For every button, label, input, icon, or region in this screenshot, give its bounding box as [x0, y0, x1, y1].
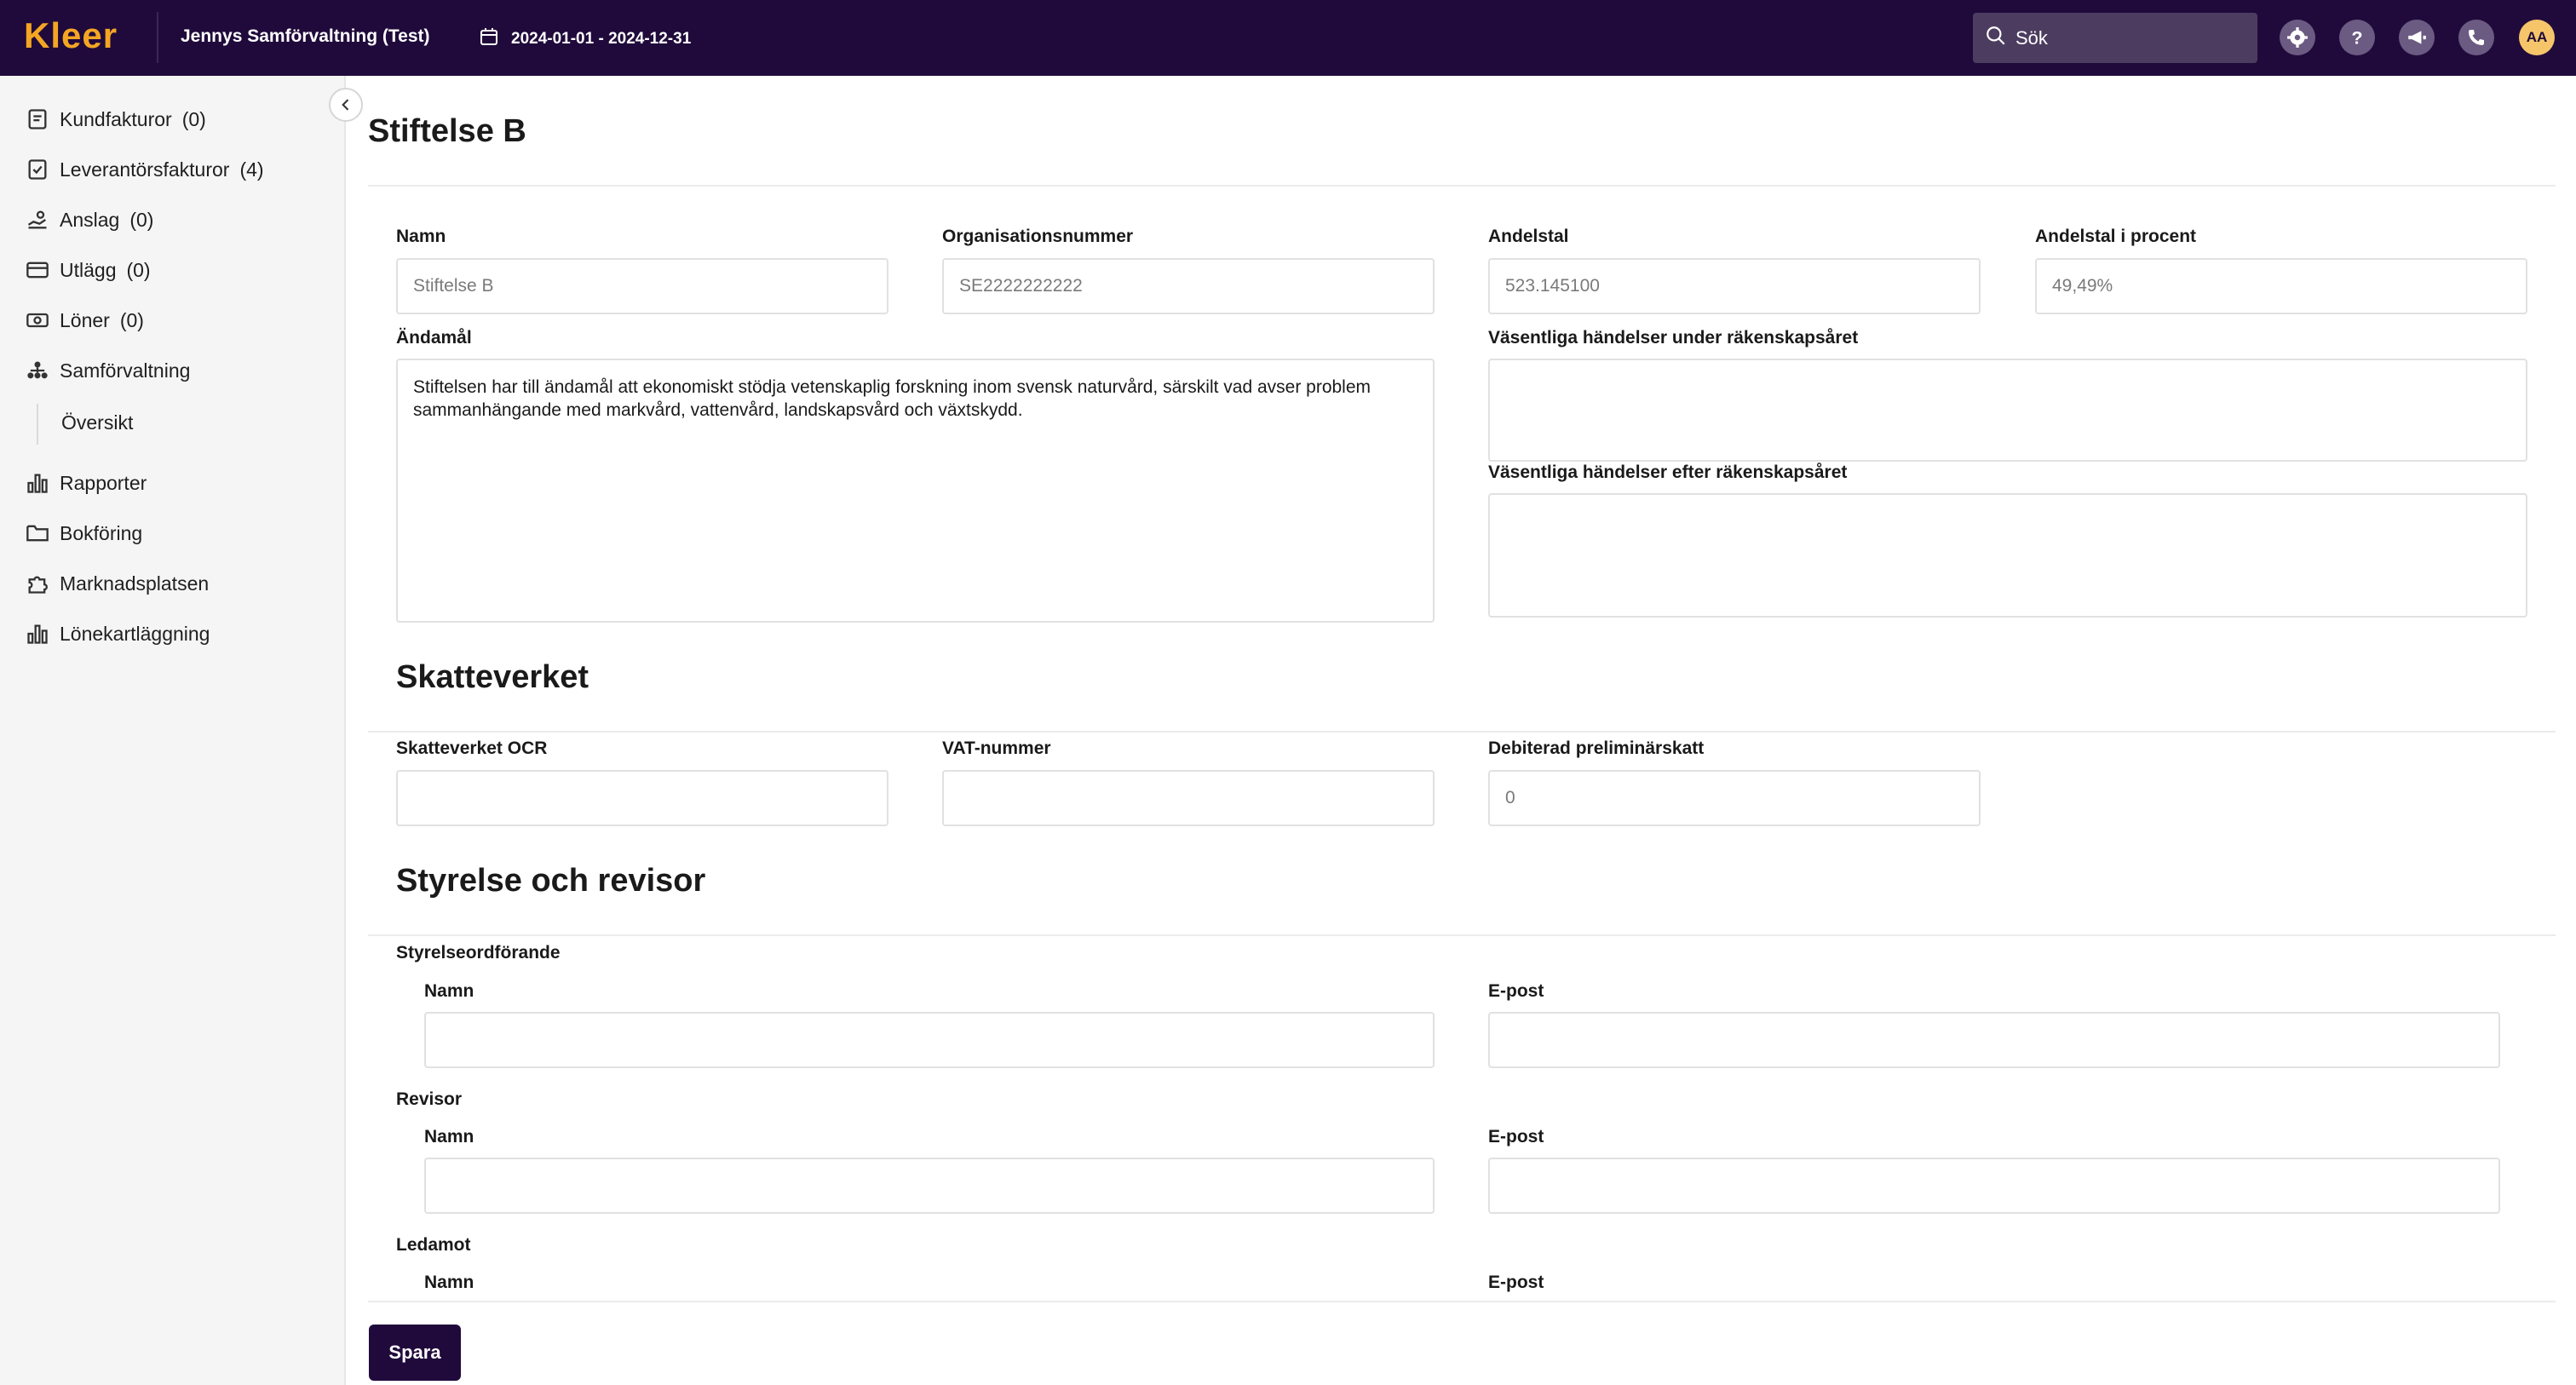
sidebar-item-leverantorsfakturor[interactable]: Leverantörsfakturor (4) [26, 152, 264, 187]
divider [368, 185, 2556, 187]
namn-field[interactable]: Stiftelse B [396, 258, 888, 314]
ocr-label: Skatteverket OCR [396, 738, 548, 758]
ledamot-namn-label: Namn [424, 1273, 474, 1292]
card-icon [26, 261, 49, 279]
andelstal-procent-label: Andelstal i procent [2035, 227, 2197, 246]
ordforande-epost-field[interactable] [1488, 1012, 2500, 1068]
bar-chart-icon [27, 624, 48, 644]
sidebar-item-label: Samförvaltning [60, 359, 191, 382]
sidebar-item-count: (0) [126, 258, 151, 281]
sidebar-item-label: Anslag [60, 208, 120, 231]
sidebar-item-label: Lönekartläggning [60, 622, 210, 645]
sidebar-item-count: (0) [129, 208, 154, 231]
sidebar-item-count: (4) [239, 158, 264, 181]
svg-text:?: ? [2351, 27, 2362, 49]
revisor-epost-label: E-post [1488, 1127, 1544, 1147]
user-avatar[interactable]: AA [2519, 20, 2555, 55]
supplier-invoice-icon [28, 159, 47, 180]
styrelse-title: Styrelse och revisor [396, 863, 706, 899]
prelskatt-label: Debiterad preliminärskatt [1488, 738, 1705, 758]
skatteverket-title: Skatteverket [396, 659, 589, 695]
andelstal-label: Andelstal [1488, 227, 1569, 246]
company-name[interactable]: Jennys Samförvaltning (Test) [181, 26, 430, 47]
main-content: Stiftelse B Namn Stiftelse B Organisatio… [348, 76, 2576, 1385]
revisor-namn-label: Namn [424, 1127, 474, 1147]
divider [368, 731, 2556, 733]
orgnr-label: Organisationsnummer [942, 227, 1134, 246]
vat-field[interactable] [942, 770, 1435, 826]
money-icon [26, 313, 49, 328]
sidebar-item-anslag[interactable]: Anslag (0) [26, 203, 153, 237]
sidebar-item-label: Översikt [61, 411, 134, 434]
ledamot-heading: Ledamot [396, 1235, 471, 1255]
sidebar-item-count: (0) [181, 107, 206, 130]
andelstal-field[interactable]: 523.145100 [1488, 258, 1981, 314]
sidebar-item-loner[interactable]: Löner (0) [26, 303, 144, 337]
handelser-under-label: Väsentliga händelser under räkenskapsåre… [1488, 328, 1859, 348]
revisor-epost-field[interactable] [1488, 1158, 2500, 1214]
chevron-left-icon [342, 99, 349, 111]
phone-icon[interactable] [2458, 20, 2494, 55]
footer-divider [368, 1301, 2556, 1302]
page-title: Stiftelse B [368, 113, 526, 149]
puzzle-icon [28, 576, 48, 594]
org-chart-icon [27, 361, 48, 379]
prelskatt-field[interactable]: 0 [1488, 770, 1981, 826]
sidebar-item-label: Bokföring [60, 521, 143, 544]
invoice-icon [28, 109, 47, 129]
andamal-textarea[interactable]: Stiftelsen har till ändamål att ekonomis… [396, 359, 1435, 623]
handelser-under-textarea[interactable] [1488, 359, 2527, 462]
sidebar-item-label: Utlägg [60, 258, 117, 281]
andamal-label: Ändamål [396, 328, 472, 348]
andelstal-procent-field[interactable]: 49,49% [2035, 258, 2527, 314]
sidebar-item-bokforing[interactable]: Bokföring [26, 516, 142, 550]
topbar-divider [157, 12, 158, 63]
folder-icon [26, 525, 49, 542]
logo-text: Kleer [24, 15, 118, 55]
search-icon [1985, 25, 2007, 51]
sidebar-item-label: Kundfakturor [60, 107, 172, 130]
search-input[interactable] [2015, 26, 2237, 49]
sidebar-item-marknadsplatsen[interactable]: Marknadsplatsen [26, 566, 209, 601]
period-selector[interactable]: 2024-01-01 - 2024-12-31 [479, 26, 691, 52]
sidebar-item-label: Löner [60, 308, 110, 331]
sidebar-item-utlagg[interactable]: Utlägg (0) [26, 253, 151, 287]
grant-icon [27, 210, 47, 229]
calendar-icon [479, 26, 499, 52]
handelser-efter-textarea[interactable] [1488, 493, 2527, 618]
ordforande-epost-label: E-post [1488, 981, 1544, 1001]
ordforande-namn-label: Namn [424, 981, 474, 1001]
ocr-field[interactable] [396, 770, 888, 826]
orgnr-field[interactable]: SE2222222222 [942, 258, 1435, 314]
vat-label: VAT-nummer [942, 738, 1051, 758]
megaphone-icon[interactable] [2399, 20, 2435, 55]
sidebar-item-label: Marknadsplatsen [60, 572, 210, 595]
sidebar-item-count: (0) [119, 308, 144, 331]
settings-gear-icon[interactable] [2280, 20, 2315, 55]
sidebar-item-oversikt[interactable]: Översikt [61, 405, 133, 440]
period-text: 2024-01-01 - 2024-12-31 [511, 30, 692, 48]
sidebar-item-label: Leverantörsfakturor [60, 158, 230, 181]
kleer-logo[interactable]: Kleer [24, 15, 118, 55]
revisor-namn-field[interactable] [424, 1158, 1435, 1214]
submenu-line [37, 404, 38, 445]
sidebar-item-lonekartlaggning[interactable]: Lönekartläggning [26, 617, 210, 651]
sidebar-item-label: Rapporter [60, 471, 147, 494]
ordforande-namn-field[interactable] [424, 1012, 1435, 1068]
ledamot-epost-label: E-post [1488, 1273, 1544, 1292]
search-box[interactable] [1973, 13, 2257, 63]
divider [368, 934, 2556, 936]
sidebar-item-rapporter[interactable]: Rapporter [26, 466, 147, 500]
bar-chart-icon [27, 474, 48, 493]
collapse-sidebar-button[interactable] [329, 88, 363, 122]
help-icon[interactable]: ? [2339, 20, 2375, 55]
styrelseordforande-heading: Styrelseordförande [396, 943, 561, 963]
namn-label: Namn [396, 227, 446, 246]
revisor-heading: Revisor [396, 1089, 463, 1109]
top-bar: Kleer Jennys Samförvaltning (Test) 2024-… [0, 0, 2576, 76]
handelser-efter-label: Väsentliga händelser efter räkenskapsåre… [1488, 463, 1848, 482]
sidebar-item-kundfakturor[interactable]: Kundfakturor (0) [26, 102, 206, 136]
save-button[interactable]: Spara [369, 1325, 461, 1381]
sidebar-item-samforvaltning[interactable]: Samförvaltning [26, 353, 190, 388]
